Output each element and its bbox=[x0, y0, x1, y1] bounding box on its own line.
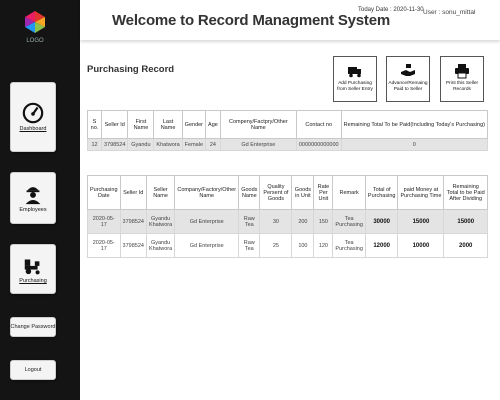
table-cell: Gyandu Khatwora bbox=[145, 209, 176, 234]
table-cell: 150 bbox=[313, 209, 334, 234]
seller-table: S no. Seller Id First Name Last Name Gen… bbox=[87, 110, 489, 151]
table-row: 2020-05-17 3798524 Gyandu Khatwora Gd En… bbox=[87, 233, 488, 258]
column-header: Total of Purchasing bbox=[364, 175, 399, 210]
table-cell: Raw Tea bbox=[238, 233, 261, 258]
table-row: 12 3798524 Gyandu Khatwora Female 24 Gd … bbox=[87, 138, 489, 151]
advance-paid-label: Advance/Remaing Paid to Seller bbox=[388, 81, 428, 92]
column-header: Contact no bbox=[295, 110, 342, 139]
table-cell: 3798524 bbox=[119, 233, 147, 258]
worker-icon bbox=[25, 187, 41, 205]
add-purchasing-button[interactable]: Add Purchasing from Seller Entry bbox=[333, 56, 377, 102]
table-cell: 0 bbox=[340, 138, 489, 151]
table-cell: 30000 bbox=[364, 209, 399, 234]
sidebar: LOGO Dashboard Employees Purchasing Chan… bbox=[0, 0, 80, 400]
column-header: Goods Name bbox=[238, 175, 261, 210]
sidebar-item-dashboard[interactable]: Dashboard bbox=[10, 82, 56, 152]
sidebar-item-employees[interactable]: Employees bbox=[10, 172, 56, 224]
table-cell: 100 bbox=[291, 233, 315, 258]
change-password-button[interactable]: Change Password bbox=[10, 317, 56, 337]
table-cell: 120 bbox=[313, 233, 334, 258]
purchase-table: Purchasing Date Seller Id Seller Name Co… bbox=[87, 175, 488, 258]
advance-paid-button[interactable]: Advance/Remaing Paid to Seller bbox=[386, 56, 430, 102]
column-header: Seller Id bbox=[119, 175, 147, 210]
table-cell: Gd Enterprise bbox=[219, 138, 297, 151]
table-cell: 0000000000000 bbox=[295, 138, 342, 151]
table-cell: 12 bbox=[87, 138, 102, 151]
column-header: Compeny/Factpry/Other Name bbox=[219, 110, 297, 139]
sidebar-item-purchasing[interactable]: Purchasing bbox=[10, 244, 56, 294]
table-cell: 3798524 bbox=[100, 138, 129, 151]
table-cell: Tea Purchasing bbox=[332, 233, 366, 258]
truck-icon bbox=[348, 67, 361, 78]
table-cell: 24 bbox=[205, 138, 221, 151]
table-cell: Khatwora bbox=[153, 138, 183, 151]
table-cell: 2020-05-17 bbox=[87, 209, 121, 234]
table-cell: Gyandu bbox=[127, 138, 155, 151]
print-records-button[interactable]: Print this Seller Records bbox=[440, 56, 484, 102]
column-header: S no. bbox=[87, 110, 102, 139]
column-header: Purchasing Date bbox=[87, 175, 121, 210]
purchase-table-header: Purchasing Date Seller Id Seller Name Co… bbox=[87, 175, 488, 210]
column-header: paid Money at Purchasing Time bbox=[397, 175, 445, 210]
table-cell: 10000 bbox=[397, 233, 445, 258]
column-header: Last Name bbox=[153, 110, 183, 139]
sidebar-item-label: Dashboard bbox=[19, 126, 47, 132]
print-records-label: Print this Seller Records bbox=[445, 81, 479, 92]
seller-table-header: S no. Seller Id First Name Last Name Gen… bbox=[87, 110, 489, 139]
logo-icon bbox=[25, 11, 45, 33]
table-cell: 200 bbox=[291, 209, 315, 234]
table-cell: 12000 bbox=[364, 233, 399, 258]
section-title: Purchasing Record bbox=[87, 64, 175, 75]
column-header: Goods in Unit bbox=[291, 175, 315, 210]
table-cell: 25 bbox=[259, 233, 293, 258]
logout-button[interactable]: Logout bbox=[10, 360, 56, 380]
sidebar-item-label: Purchasing bbox=[19, 278, 47, 284]
column-header: Company/Factory/Other Name bbox=[174, 175, 240, 210]
table-cell: Gd Enterprise bbox=[174, 233, 240, 258]
table-cell: 3798524 bbox=[119, 209, 147, 234]
table-cell: Female bbox=[181, 138, 207, 151]
column-header: Remaining Total To be Paid(Including Tod… bbox=[340, 110, 489, 139]
add-purchasing-label: Add Purchasing from Seller Entry bbox=[337, 81, 373, 92]
table-cell: Gd Enterprise bbox=[174, 209, 240, 234]
header: Welcome to Record Managment System Today… bbox=[80, 0, 500, 40]
page-title: Welcome to Record Managment System bbox=[112, 12, 390, 29]
column-header: Gender bbox=[181, 110, 207, 139]
gauge-icon bbox=[22, 102, 44, 124]
column-header: Seller Name bbox=[145, 175, 176, 210]
printer-icon bbox=[455, 64, 469, 79]
handshake-icon bbox=[401, 64, 415, 76]
column-header: Rate Per Unit bbox=[313, 175, 334, 210]
column-header: Seller Id bbox=[100, 110, 129, 139]
today-date: Today Date : 2020-11-30 bbox=[358, 7, 424, 13]
table-cell: 30 bbox=[259, 209, 293, 234]
column-header: Quality Persent of Goods bbox=[259, 175, 293, 210]
current-user: User : sonu_mittal bbox=[423, 9, 476, 16]
table-cell: Raw Tea bbox=[238, 209, 261, 234]
table-cell: 15000 bbox=[397, 209, 445, 234]
tractor-icon bbox=[24, 259, 40, 275]
table-cell: Gyandu Khatwora bbox=[145, 233, 176, 258]
table-cell: 2020-05-17 bbox=[87, 233, 121, 258]
column-header: Remark bbox=[332, 175, 366, 210]
column-header: First Name bbox=[127, 110, 155, 139]
sidebar-item-label: Employees bbox=[19, 207, 47, 213]
table-cell: Tea Purchasing bbox=[332, 209, 366, 234]
table-row: 2020-05-17 3798524 Gyandu Khatwora Gd En… bbox=[87, 209, 488, 234]
table-cell: 15000 bbox=[443, 209, 488, 234]
column-header: Age bbox=[205, 110, 221, 139]
logo-text: LOGO bbox=[26, 38, 44, 44]
table-cell: 2000 bbox=[443, 233, 488, 258]
column-header: Remaining Total to be Paid After Dividin… bbox=[443, 175, 488, 210]
